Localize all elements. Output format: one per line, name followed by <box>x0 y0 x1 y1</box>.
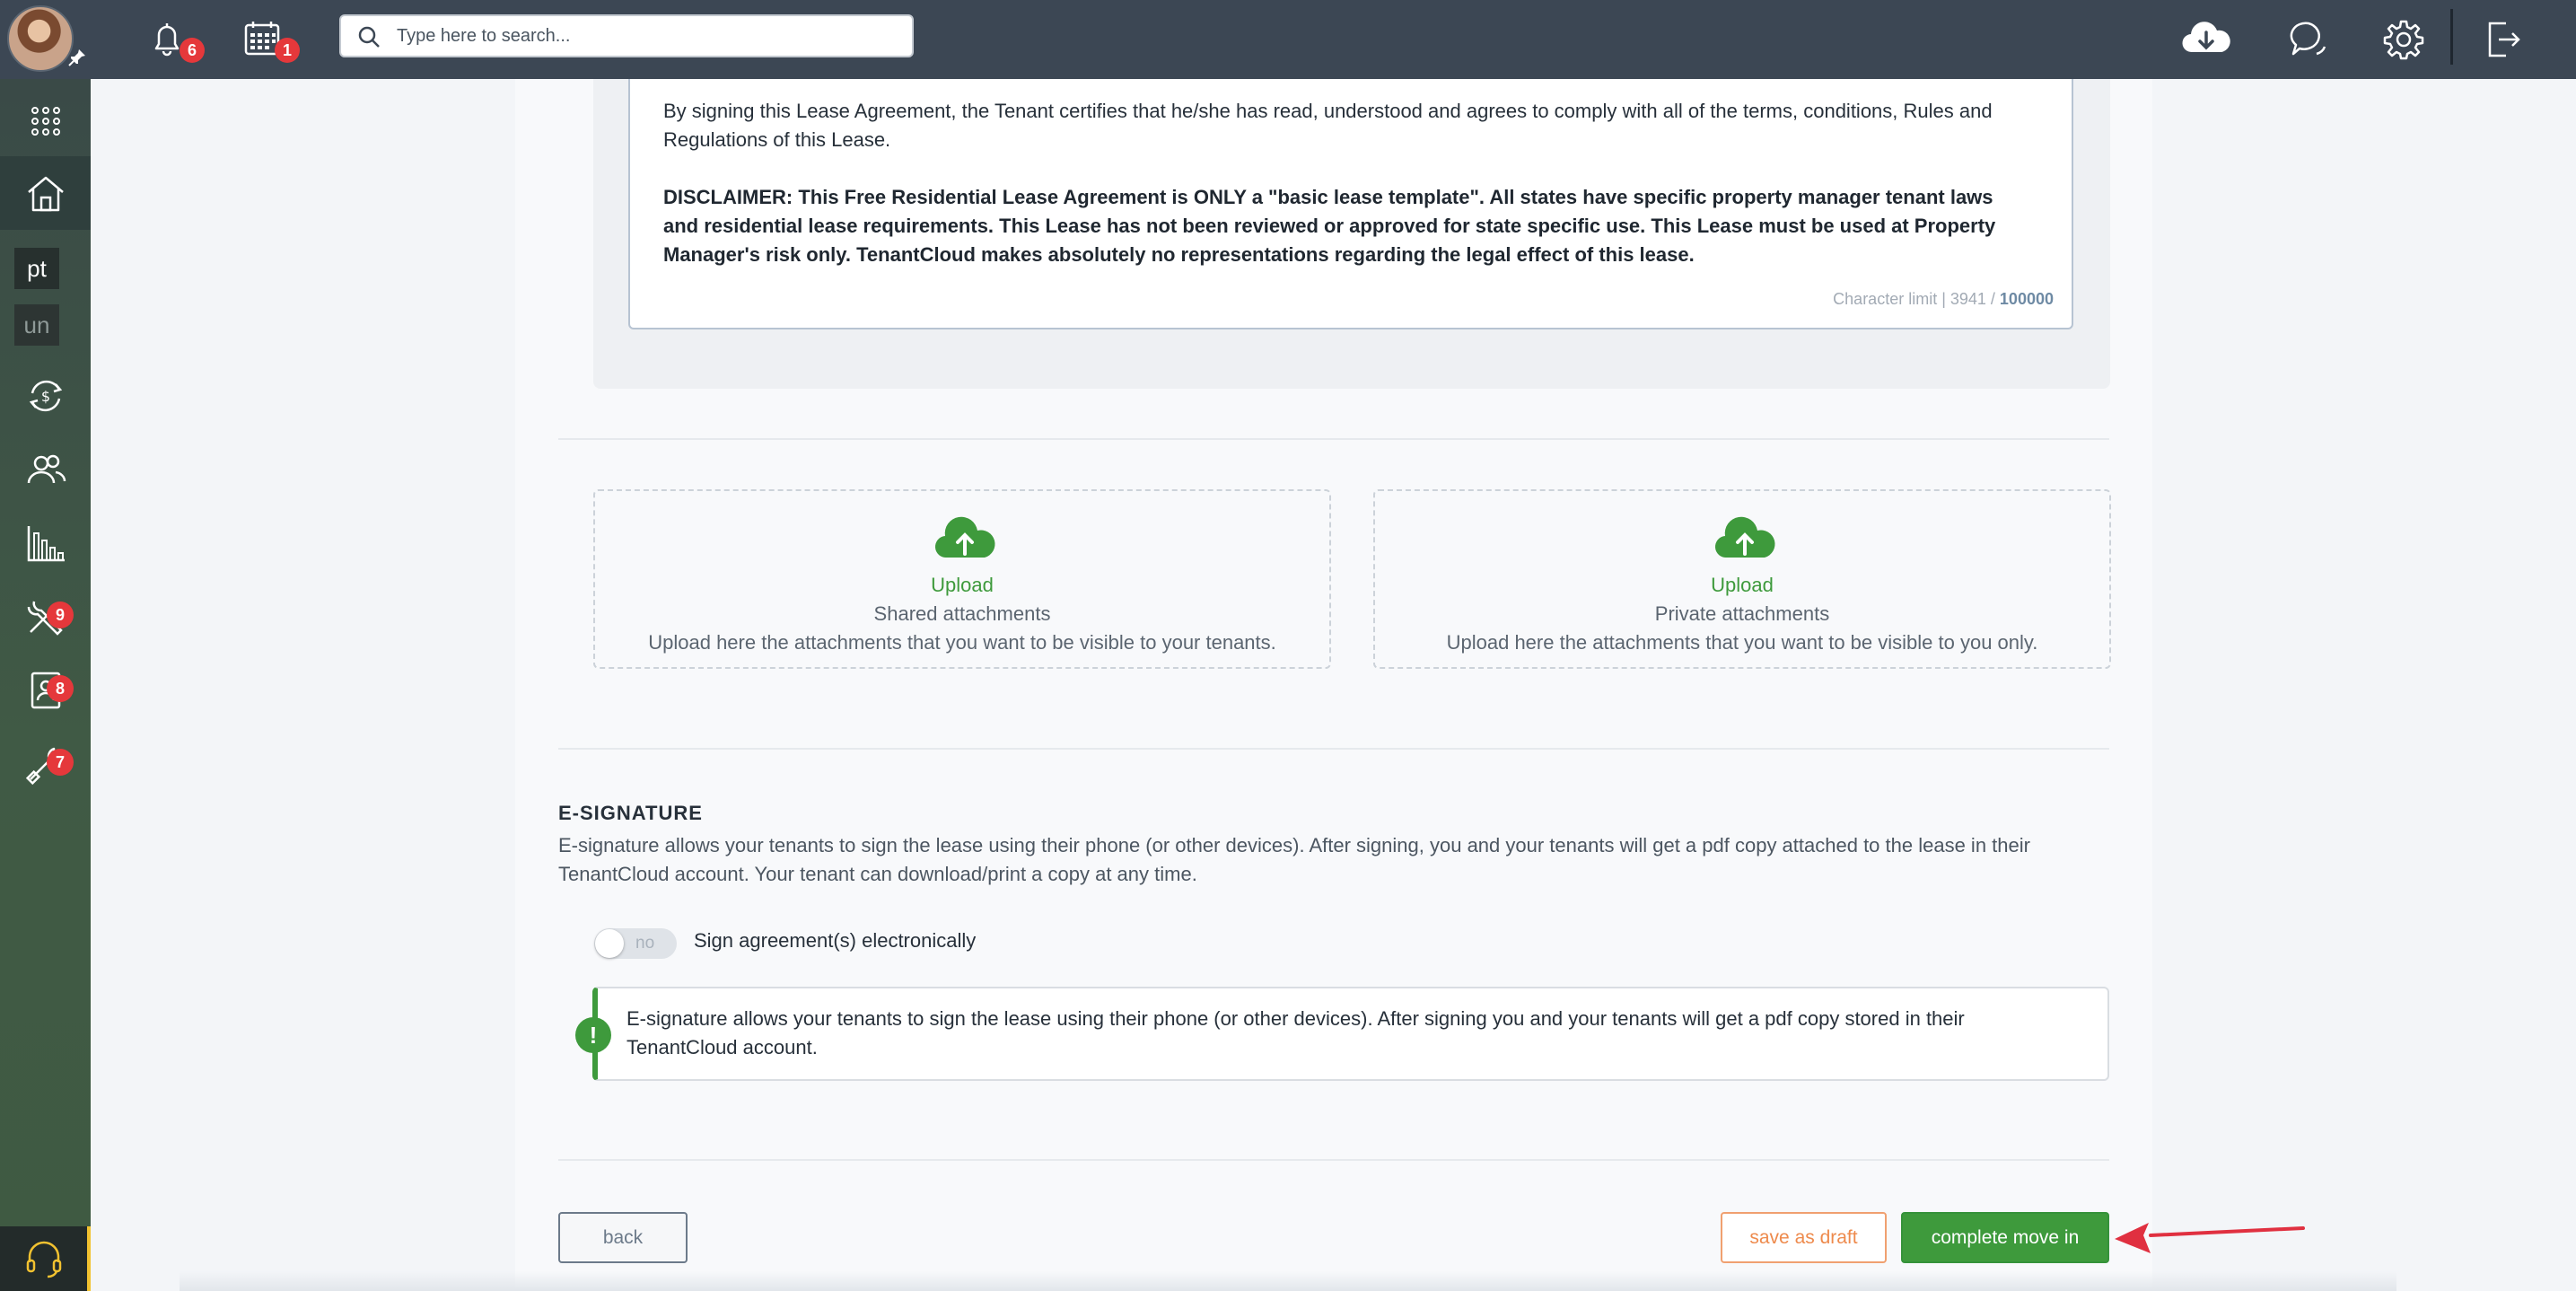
svg-text:$: $ <box>40 388 49 405</box>
sidebar-item-reports[interactable] <box>0 517 91 569</box>
upload-subtitle: Private attachments <box>1654 602 1830 625</box>
upload-description: Upload here the attachments that you wan… <box>1446 631 2038 654</box>
divider <box>558 748 2109 750</box>
sidebar: pt un $ 9 8 7 <box>0 79 91 1291</box>
esignature-description: E-signature allows your tenants to sign … <box>558 834 2030 885</box>
back-button[interactable]: back <box>558 1212 688 1263</box>
character-limit: Character limit | 3941 / 100000 <box>1833 290 2054 309</box>
save-as-draft-button[interactable]: save as draft <box>1721 1212 1887 1263</box>
toggle-state-label: no <box>635 934 655 953</box>
top-bar: 6 1 <box>0 0 2576 79</box>
upload-subtitle: Shared attachments <box>873 602 1051 625</box>
cloud-download-icon[interactable] <box>2179 16 2233 63</box>
chat-icon[interactable] <box>2285 16 2332 63</box>
character-limit-max: 100000 <box>1999 290 2054 308</box>
upload-title[interactable]: Upload <box>1375 574 2109 597</box>
notifications-badge: 6 <box>180 38 205 63</box>
sidebar-chip-un[interactable]: un <box>14 304 59 346</box>
bar-chart-icon <box>27 526 65 562</box>
money-cycle-icon: $ <box>29 380 62 412</box>
cloud-upload-icon <box>1714 516 1775 558</box>
divider <box>558 438 2109 440</box>
sidebar-item-apps[interactable] <box>0 90 91 153</box>
calendar-badge: 1 <box>275 38 300 63</box>
applications-badge: 8 <box>47 675 74 702</box>
lease-certify-text: By signing this Lease Agreement, the Ten… <box>663 100 1993 151</box>
sidebar-item-tools[interactable] <box>0 738 91 790</box>
sidebar-item-properties[interactable] <box>0 156 91 230</box>
complete-move-in-button[interactable]: complete move in <box>1901 1212 2109 1263</box>
search-icon <box>358 26 380 48</box>
tools-badge: 7 <box>47 749 74 776</box>
lease-disclaimer-text: DISCLAIMER: This Free Residential Lease … <box>663 186 1996 266</box>
character-limit-label: Character limit | 3941 / <box>1833 290 2000 308</box>
support-button[interactable] <box>0 1226 91 1291</box>
apps-grid-icon <box>31 107 60 136</box>
esignature-notice: ! E-signature allows your tenants to sig… <box>575 987 2109 1081</box>
upload-title[interactable]: Upload <box>595 574 1329 597</box>
cloud-upload-icon <box>934 516 995 558</box>
sidebar-item-accounting[interactable]: $ <box>0 370 91 422</box>
footer-shadow <box>180 1271 2396 1291</box>
upload-private-attachments[interactable]: Upload Private attachments Upload here t… <box>1373 489 2111 669</box>
people-icon <box>27 454 66 484</box>
sidebar-item-contacts[interactable] <box>0 444 91 496</box>
upload-description: Upload here the attachments that you wan… <box>648 631 1276 654</box>
headset-icon <box>26 1241 61 1278</box>
pin-icon[interactable] <box>66 47 88 68</box>
divider <box>558 1159 2109 1161</box>
notice-text: E-signature allows your tenants to sign … <box>626 1007 1965 1058</box>
settings-gear-icon[interactable] <box>2380 16 2427 63</box>
sidebar-chip-pt[interactable]: pt <box>14 248 59 289</box>
logout-icon[interactable] <box>2479 16 2526 63</box>
search-input[interactable] <box>397 23 899 48</box>
sidebar-item-maintenance[interactable] <box>0 591 91 643</box>
esignature-toggle[interactable]: no <box>594 928 677 959</box>
exclamation-icon: ! <box>575 1017 611 1053</box>
upload-shared-attachments[interactable]: Upload Shared attachments Upload here th… <box>593 489 1331 669</box>
maintenance-badge: 9 <box>47 602 74 628</box>
esignature-toggle-label[interactable]: Sign agreement(s) electronically <box>694 929 976 953</box>
red-arrow-annotation <box>2115 1223 2305 1253</box>
search-box[interactable] <box>339 14 914 57</box>
sidebar-item-applications[interactable] <box>0 664 91 716</box>
house-icon <box>27 176 64 212</box>
topbar-divider <box>2450 9 2453 65</box>
toggle-knob[interactable] <box>595 929 624 958</box>
esignature-heading: E-SIGNATURE <box>558 802 703 824</box>
user-avatar[interactable] <box>7 5 74 72</box>
